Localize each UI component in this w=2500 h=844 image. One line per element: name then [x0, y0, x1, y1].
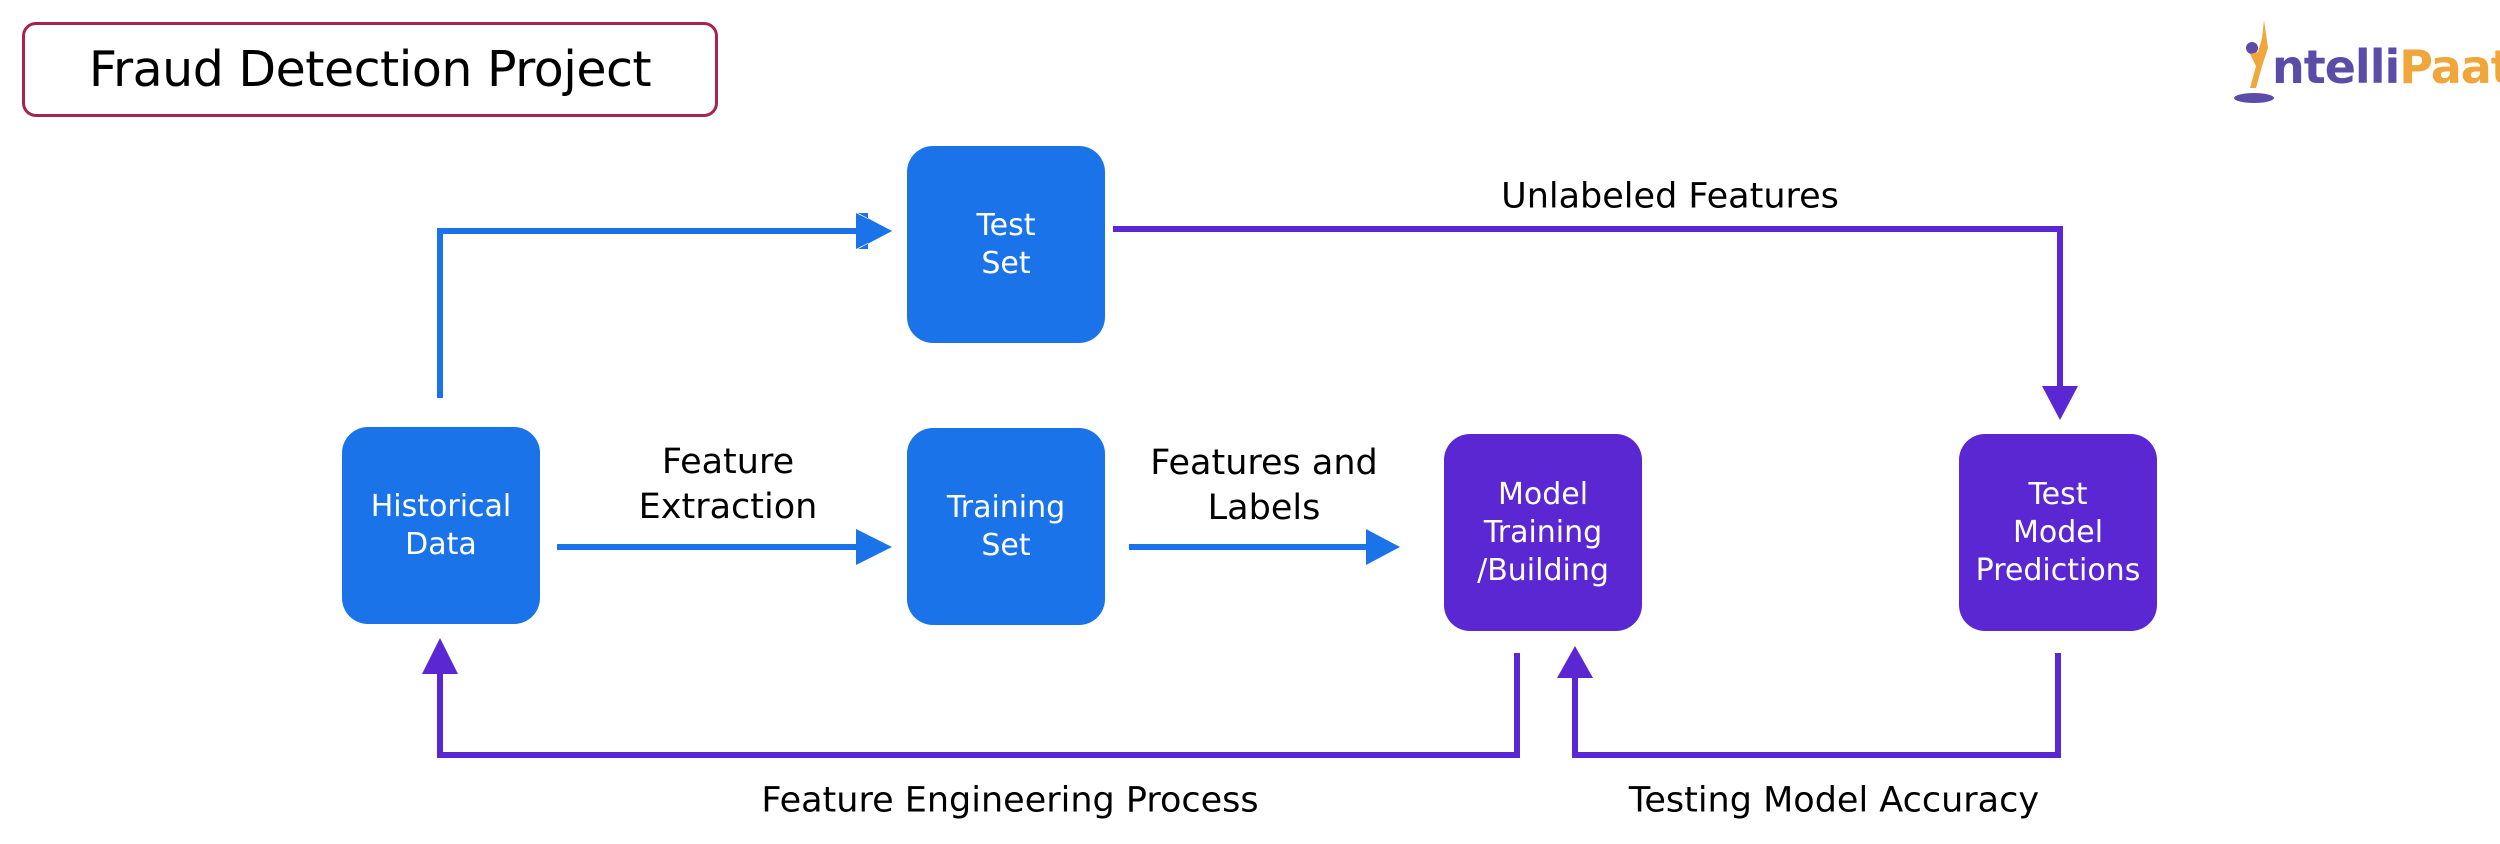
label-feature-extraction: Feature Extraction: [638, 442, 818, 527]
arrowhead-training-set: [856, 529, 892, 565]
label-feature-engineering-process: Feature Engineering Process: [761, 780, 1259, 821]
label-testing-model-accuracy: Testing Model Accuracy: [1628, 780, 2040, 821]
arrowhead-historical: [422, 638, 458, 674]
edge-model-to-historical: [437, 653, 1520, 758]
edge-predictions-to-model: [1572, 653, 2061, 758]
node-test-model-predictions: Test Model Predictions: [1959, 434, 2157, 631]
arrowhead-model-training: [1366, 529, 1400, 565]
label-unlabeled-features: Unlabeled Features: [1501, 176, 1839, 217]
arrowhead-test-set-tip: [856, 213, 892, 249]
arrowhead-model-accuracy: [1557, 646, 1593, 678]
edge-test-set-to-predictions: [1113, 226, 2063, 390]
node-model-training: Model Training /Building: [1444, 434, 1642, 631]
edges-layer: [422, 213, 2078, 758]
node-training-set: Training Set: [907, 428, 1105, 625]
arrowhead-predictions: [2042, 386, 2078, 420]
node-test-set: Test Set: [907, 146, 1105, 343]
node-historical-data: Historical Data: [342, 427, 540, 624]
edge-historical-to-test-set: [437, 228, 860, 398]
label-features-and-labels: Features and Labels: [1150, 443, 1378, 528]
